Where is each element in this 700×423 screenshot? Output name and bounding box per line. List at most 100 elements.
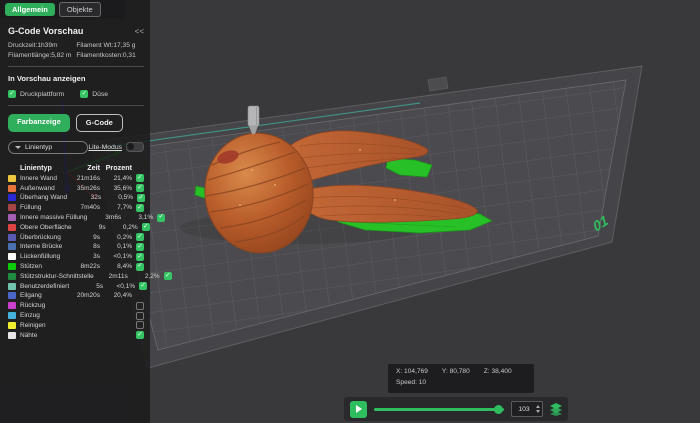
panel-tabbar: Allgemein Objekte	[0, 0, 125, 19]
collapse-panel-icon[interactable]: <<	[135, 27, 144, 36]
table-row[interactable]: Rückzug	[8, 301, 144, 311]
table-row[interactable]: Füllung 7m40s 7,7%	[8, 203, 144, 213]
stat-item: Filamentkosten:0,31	[76, 52, 144, 59]
line-type-time: 35m26s	[66, 185, 100, 192]
line-type-percent: 0,1%	[100, 243, 132, 250]
line-type-percent: 0,2%	[106, 224, 138, 231]
line-type-color-swatch	[8, 322, 16, 329]
number-spinner[interactable]	[536, 405, 542, 413]
line-type-color-swatch	[8, 214, 16, 221]
line-type-visibility-checkbox[interactable]	[136, 321, 144, 329]
show-in-preview-title: In Vorschau anzeigen	[8, 74, 144, 83]
option-checkbox[interactable]	[80, 90, 88, 98]
line-type-label: Füllung	[20, 204, 66, 211]
line-type-color-swatch	[8, 204, 16, 211]
slider-handle[interactable]	[494, 405, 503, 414]
line-type-visibility-checkbox[interactable]	[157, 214, 165, 222]
line-type-visibility-checkbox[interactable]	[164, 272, 172, 280]
line-type-visibility-checkbox[interactable]	[136, 174, 144, 182]
print-stats: Druckzeit:1h39m Filament Wt:17,35 g Filame…	[8, 42, 144, 59]
tab-objekte[interactable]: Objekte	[59, 2, 101, 18]
line-type-label: Rückzug	[20, 302, 66, 309]
position-readout: X: 104,769 Y: 80,780 Z: 38,400 Speed: 10	[388, 364, 534, 393]
line-type-visibility-checkbox[interactable]	[142, 223, 150, 231]
line-type-label: Obere Oberfläche	[20, 224, 72, 231]
table-row[interactable]: Innere massive Füllung 3m6s 3,1%	[8, 213, 144, 223]
line-type-visibility-checkbox[interactable]	[136, 263, 144, 271]
line-type-label: Einzug	[20, 312, 66, 319]
table-row[interactable]: Überhang Wand 32s 0,5%	[8, 193, 144, 203]
playback-bar: 103	[344, 397, 568, 421]
show-in-preview-options: Druckplattform Düse	[8, 90, 144, 98]
line-type-visibility-checkbox[interactable]	[136, 302, 144, 310]
line-type-percent: 21,4%	[100, 175, 132, 182]
line-type-time: 3s	[66, 253, 100, 260]
chevron-down-icon	[15, 146, 21, 149]
layers-mode-button[interactable]	[550, 402, 562, 416]
line-type-label: Lückenfüllung	[20, 253, 66, 260]
line-type-visibility-checkbox[interactable]	[136, 331, 144, 339]
line-type-label: Stützen	[20, 263, 66, 270]
color-scheme-button[interactable]: Farbanzeige	[8, 114, 70, 132]
line-type-time: 8m22s	[66, 263, 100, 270]
line-type-visibility-checkbox[interactable]	[136, 233, 144, 241]
table-row[interactable]: Interne Brücke 8s 0,1%	[8, 242, 144, 252]
line-type-percent: 0,2%	[100, 234, 132, 241]
table-row[interactable]: Stützstruktur-Schnittstelle 2m11s 2,2%	[8, 271, 144, 281]
lite-mode-label: Lite-Modus	[88, 144, 122, 151]
line-type-label: Überhang Wand	[20, 194, 67, 201]
line-type-percent: 7,7%	[100, 204, 132, 211]
line-type-time: 5s	[69, 283, 103, 290]
line-type-visibility-checkbox[interactable]	[136, 312, 144, 320]
table-row[interactable]: Obere Oberfläche 9s 0,2%	[8, 222, 144, 232]
line-type-color-swatch	[8, 273, 16, 280]
preview-option[interactable]: Druckplattform	[8, 90, 64, 98]
line-type-percent: 8,4%	[100, 263, 132, 270]
line-type-visibility-checkbox[interactable]	[136, 204, 144, 212]
table-row[interactable]: Nähte	[8, 330, 144, 340]
line-type-visibility-checkbox[interactable]	[136, 253, 144, 261]
preview-panel: G-Code Vorschau << Druckzeit:1h39mFilame…	[0, 0, 150, 423]
spinner-up-icon	[536, 405, 540, 408]
table-row[interactable]: Lückenfüllung 3s <0,1%	[8, 252, 144, 262]
table-row[interactable]: Außenwand 35m26s 35,6%	[8, 183, 144, 193]
preview-option[interactable]: Düse	[80, 90, 108, 98]
line-type-time: 9s	[66, 234, 100, 241]
line-type-time: 7m40s	[66, 204, 100, 211]
line-type-time: 3m6s	[87, 214, 121, 221]
gcode-view-button[interactable]: G-Code	[76, 114, 123, 132]
table-row[interactable]: Innere Wand 21m16s 21,4%	[8, 174, 144, 184]
option-checkbox[interactable]	[8, 90, 16, 98]
table-row[interactable]: Benutzerdefiniert 5s <0,1%	[8, 281, 144, 291]
option-label: Düse	[92, 91, 108, 98]
line-type-visibility-checkbox[interactable]	[137, 194, 145, 202]
line-type-label: Überbrückung	[20, 234, 66, 241]
lite-mode-toggle[interactable]	[126, 142, 144, 152]
line-type-label: Reinigen	[20, 322, 66, 329]
stat-item: Druckzeit:1h39m	[8, 42, 72, 49]
line-type-visibility-checkbox[interactable]	[136, 243, 144, 251]
line-type-label: Stützstruktur-Schnittstelle	[20, 273, 94, 280]
line-type-color-swatch	[8, 263, 16, 270]
table-row[interactable]: Reinigen	[8, 320, 144, 330]
step-value: 103	[512, 406, 536, 413]
line-type-percent: 0,5%	[101, 194, 133, 201]
tab-allgemein[interactable]: Allgemein	[5, 3, 55, 17]
line-type-visibility-checkbox[interactable]	[139, 282, 147, 290]
progress-slider[interactable]	[374, 404, 504, 414]
stat-item: Filament Wt:17,35 g	[76, 42, 144, 49]
line-type-dropdown[interactable]: Linientyp	[8, 141, 88, 154]
line-type-color-swatch	[8, 224, 16, 231]
readout-z: Z: 38,400	[484, 368, 512, 375]
layers-icon	[550, 403, 562, 416]
table-row[interactable]: Eilgang 20m20s 20,4%	[8, 291, 144, 301]
table-row[interactable]: Überbrückung 9s 0,2%	[8, 232, 144, 242]
step-number-input[interactable]: 103	[511, 401, 543, 417]
table-row[interactable]: Einzug	[8, 311, 144, 321]
slider-track	[374, 408, 504, 411]
line-type-time: 8s	[66, 243, 100, 250]
line-type-visibility-checkbox[interactable]	[136, 184, 144, 192]
play-button[interactable]	[350, 401, 367, 418]
table-row[interactable]: Stützen 8m22s 8,4%	[8, 262, 144, 272]
line-type-color-swatch	[8, 312, 16, 319]
